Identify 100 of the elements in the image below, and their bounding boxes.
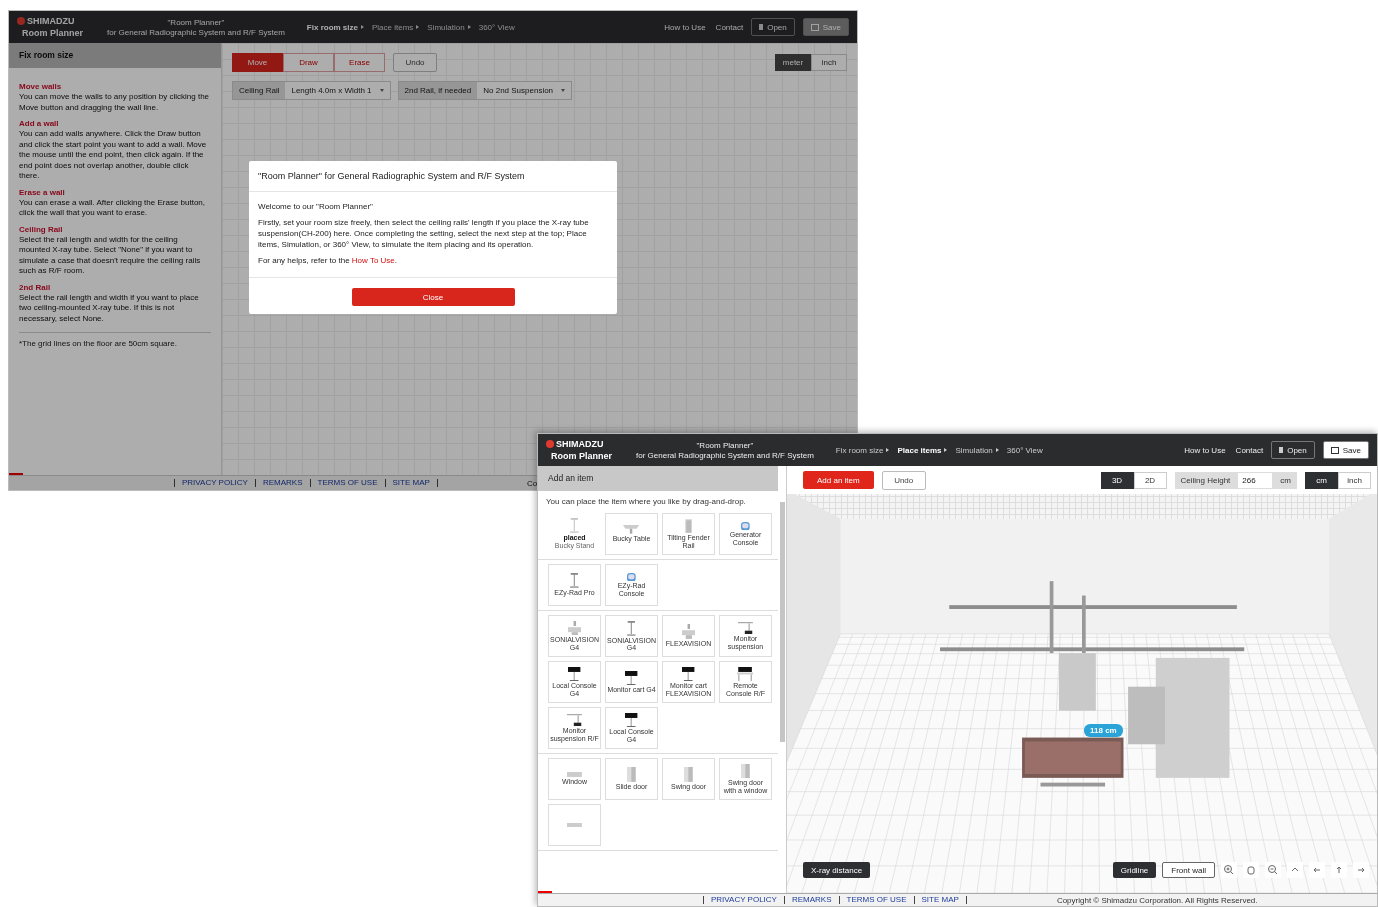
monitor-cart-icon [625, 712, 638, 728]
unit-toggle[interactable]: meter [775, 54, 811, 71]
sidebar-title: Fix room size [9, 43, 221, 68]
stand-icon [570, 573, 579, 589]
dialog-text: Firstly, set your room size freely, then select the ceiling rails' length if you place the X-ray tube suspension(CH-200) here. Once completing the setting, select the next step at the top; Place items, Simulation, or 360° View, to simulate the item placing and its operation. [258, 217, 590, 250]
view-toggle[interactable]: 3D [1100, 471, 1134, 489]
open-button[interactable]: Open [1271, 441, 1315, 459]
step-link[interactable]: Fix room size [306, 22, 364, 32]
stand-icon [627, 620, 636, 636]
step-link[interactable]: Simulation [427, 22, 471, 32]
copyright-text: Copyright © Shimadzu Corporation. All Rights Reserved. [1056, 895, 1258, 905]
rail-icon [684, 518, 693, 534]
ceiling-height-label: Ceiling Height [1180, 475, 1231, 485]
welcome-text: Welcome to our "Room Planner" [258, 201, 374, 212]
footer-link[interactable]: PRIVACY POLICY [704, 896, 785, 904]
section-heading: Erase a wall [19, 187, 66, 197]
gridline-button[interactable]: Gridline [1112, 862, 1157, 878]
window-icon [567, 772, 582, 778]
subtitle: for General Radiographic System and R/F System [636, 450, 814, 460]
header-link[interactable]: Contact [1235, 445, 1264, 455]
how-to-use-link[interactable]: How To Use [351, 256, 395, 265]
logo-icon [17, 17, 25, 25]
subtitle: for General Radiographic System and R/F System [107, 27, 285, 37]
undo-button[interactable]: Undo [393, 53, 437, 72]
chevron-up-icon[interactable] [1287, 862, 1303, 878]
open-button[interactable]: Open [751, 18, 795, 36]
unit-toggle[interactable]: inch [811, 54, 847, 71]
monitor-arm-icon [567, 713, 582, 727]
dropdown[interactable]: No 2nd Suspension [477, 82, 572, 99]
unit-label: cm [1280, 475, 1291, 485]
select-label: 2nd Rail, if needed [398, 82, 478, 99]
tagline: "Room Planner" [696, 440, 754, 450]
door-icon [627, 767, 636, 783]
tilting-table-icon [681, 624, 696, 640]
footer-link[interactable]: TERMS OF USE [839, 896, 915, 904]
step-link[interactable]: 360° View [1006, 445, 1043, 455]
monitor-cart-icon [625, 670, 638, 685]
zoom-in-icon[interactable] [1221, 862, 1237, 878]
view-toggle[interactable]: 2D [1133, 471, 1167, 489]
tilting-table-icon [567, 620, 582, 636]
arrow-left-icon[interactable] [1309, 862, 1325, 878]
header-link[interactable]: How to Use [1184, 445, 1226, 455]
arrow-right-icon[interactable] [1353, 862, 1369, 878]
unit-toggle[interactable]: cm [1305, 471, 1338, 489]
brand-logo: SHIMADZU [27, 16, 75, 26]
console-icon [741, 521, 750, 531]
section-heading: Ceiling Rail [19, 224, 64, 234]
tool-button[interactable]: Move [232, 53, 283, 72]
header-link[interactable]: Contact [715, 22, 744, 32]
step-link[interactable]: 360° View [478, 22, 515, 32]
add-item-button[interactable]: Add an item [803, 471, 874, 489]
door-icon [741, 763, 750, 779]
distance-label: 118 cm [1084, 724, 1123, 737]
step-link[interactable]: Simulation [955, 445, 999, 455]
section-text: You can add walls anywhere. Click the Draw button and click the start point you want to add a wall. Move the mouse until the end point, then click again. If the end point does not overlap another, double click there. [19, 129, 208, 182]
select-label: Ceiling Rail [233, 82, 286, 99]
window-icon [567, 822, 582, 828]
close-button[interactable]: Close [351, 288, 515, 306]
section-text: Select the rail length and width for the ceiling mounted X-ray tube. Select "None" if you want to simulate a case that doesn't require the ceiling rails such as R/F room. [19, 234, 202, 277]
step-link[interactable]: Place items [372, 22, 420, 32]
monitor-cart-icon [568, 666, 581, 682]
footer-link[interactable]: TERMS OF USE [310, 479, 386, 487]
tool-button[interactable]: Draw [283, 53, 334, 72]
monitor-cart-icon [682, 666, 695, 682]
grid-note: *The grid lines on the floor are 50cm square. [19, 332, 211, 348]
section-heading: Add a wall [19, 119, 60, 128]
scrollbar[interactable] [780, 502, 785, 742]
table-icon [623, 525, 640, 535]
arrow-up-icon[interactable] [1331, 862, 1347, 878]
sidebar-title: Add an item [538, 466, 778, 491]
desk-monitors-icon [737, 666, 754, 682]
monitor-arm-icon [738, 621, 753, 635]
step-link[interactable]: Place items [897, 445, 948, 455]
ceiling-height-field[interactable]: 266 [1238, 472, 1273, 488]
header-link[interactable]: How to Use [664, 22, 706, 32]
front-wall-button[interactable]: Front wall [1162, 862, 1215, 878]
footer-link[interactable]: PRIVACY POLICY [175, 479, 256, 487]
footer-link[interactable]: REMARKS [255, 479, 311, 487]
dialog-title: "Room Planner" for General Radiographic System and R/F System [249, 161, 617, 192]
zoom-out-icon[interactable] [1265, 862, 1281, 878]
tool-button[interactable]: Erase [334, 53, 385, 72]
undo-button[interactable]: Undo [881, 470, 926, 490]
section-heading: Move walls [19, 82, 63, 91]
footer-link[interactable]: REMARKS [784, 896, 840, 904]
unit-toggle[interactable]: inch [1338, 471, 1371, 489]
brand-logo: SHIMADZU [556, 439, 604, 449]
footer-link[interactable]: SITE MAP [385, 479, 438, 487]
product-title: Room Planner [22, 28, 84, 38]
item-tile[interactable] [548, 804, 601, 846]
dropdown[interactable]: Length 4.0m x Width 1 [285, 82, 390, 99]
product-title: Room Planner [551, 451, 613, 461]
console-icon [627, 572, 636, 582]
x-ray-distance-button[interactable]: X-ray distance [803, 862, 871, 878]
save-button[interactable]: Save [1322, 441, 1369, 459]
stand-icon [570, 518, 579, 534]
step-link[interactable]: Fix room size [835, 445, 890, 455]
tagline: "Room Planner" [167, 17, 225, 27]
footer-link[interactable]: SITE MAP [914, 896, 967, 904]
logo-icon [546, 440, 554, 448]
door-icon [684, 767, 693, 783]
